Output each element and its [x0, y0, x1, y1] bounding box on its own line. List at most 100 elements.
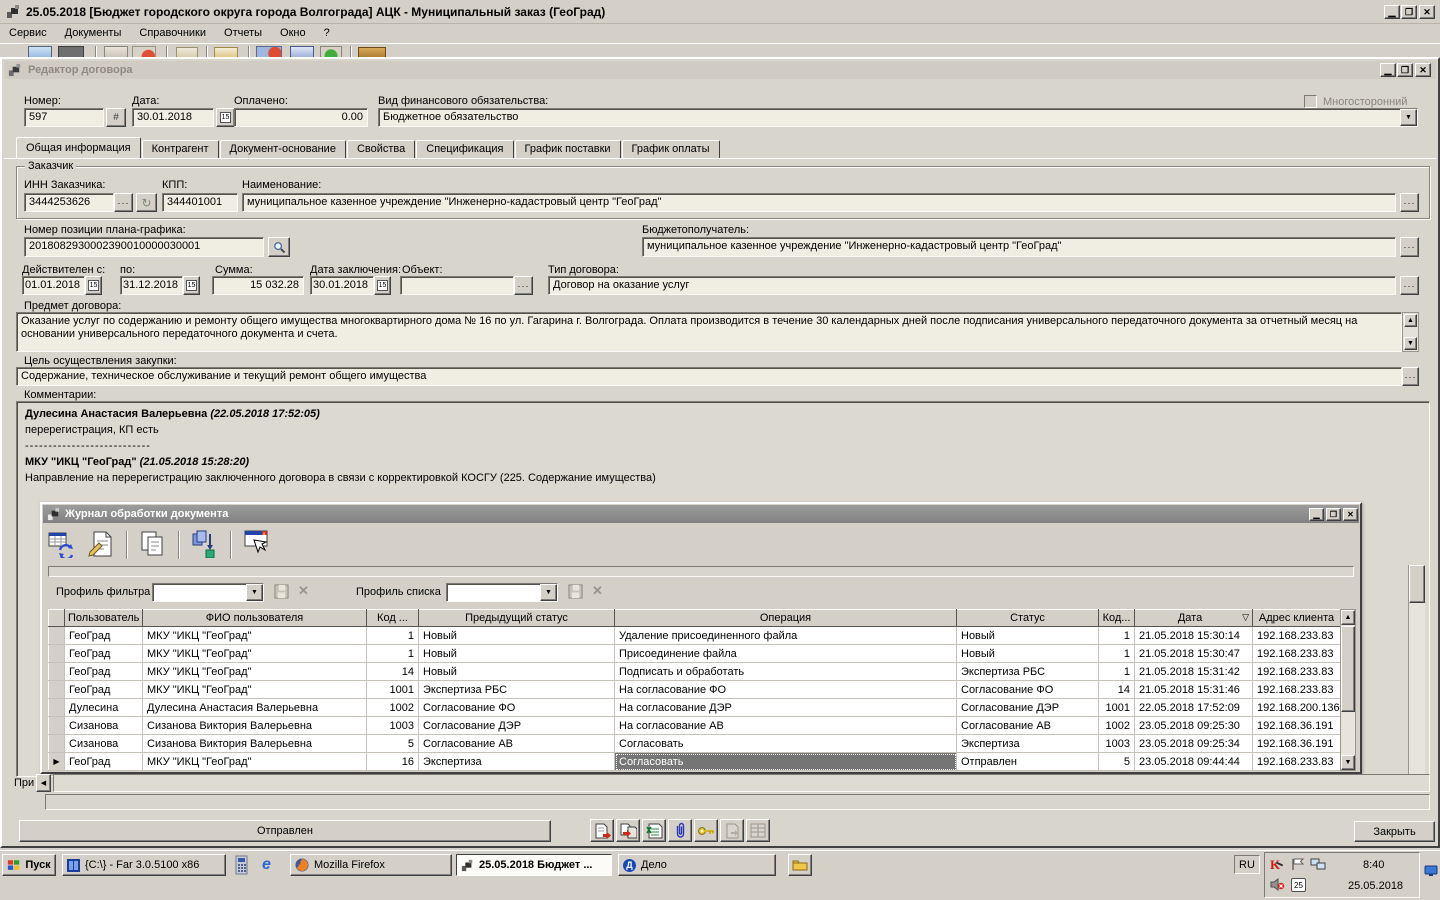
cell[interactable]: Дулесина Анастасия Валерьевна: [143, 699, 367, 717]
cell[interactable]: Сизанова Виктория Валерьевна: [143, 735, 367, 753]
col-client-address[interactable]: Адрес клиента: [1253, 610, 1341, 627]
task-button-budget-active[interactable]: 25.05.2018 Бюджет ...: [456, 854, 612, 876]
comments-scrollbar[interactable]: [1408, 565, 1425, 774]
close-button[interactable]: ✕: [1419, 5, 1435, 19]
list-profile-combo[interactable]: ▼: [446, 583, 558, 602]
editor-close-button[interactable]: ✕: [1415, 63, 1431, 77]
list-clear-icon[interactable]: ✕: [592, 583, 603, 599]
recipient-lookup-button[interactable]: ···: [1400, 237, 1419, 257]
tab-dokument-osnovanie[interactable]: Документ-основание: [220, 140, 346, 158]
excel-export-icon[interactable]: [642, 819, 666, 842]
cell[interactable]: Новый: [419, 627, 615, 645]
edit-entry-icon[interactable]: [86, 530, 118, 560]
journal-table-scrollbar[interactable]: ▲ ▼: [1340, 609, 1356, 771]
cell[interactable]: ГеоГрад: [65, 753, 143, 771]
cell[interactable]: Экспертиза РБС: [957, 663, 1099, 681]
cell[interactable]: Присоединение файла: [615, 645, 957, 663]
col-fio[interactable]: ФИО пользователя: [143, 610, 367, 627]
row-selector[interactable]: [49, 663, 65, 681]
toolbar-folder-icon[interactable]: [358, 47, 386, 57]
object-lookup-button[interactable]: ···: [514, 276, 533, 295]
customer-name-lookup-button[interactable]: ···: [1400, 193, 1419, 212]
contract-type-lookup-button[interactable]: ···: [1400, 276, 1419, 295]
cell[interactable]: Согласование ФО: [957, 681, 1099, 699]
cell[interactable]: 1: [1099, 627, 1135, 645]
current-row-marker[interactable]: ▶: [49, 753, 65, 771]
cell[interactable]: 23.05.2018 09:25:30: [1135, 717, 1253, 735]
cell[interactable]: МКУ "ИКЦ "ГеоГрад": [143, 753, 367, 771]
cell[interactable]: 1: [1099, 663, 1135, 681]
row-selector[interactable]: [49, 645, 65, 663]
task-button-far[interactable]: {C:\} - Far 3.0.5100 x86: [62, 854, 226, 876]
inn-field[interactable]: 3444253626: [24, 193, 114, 212]
volume-muted-icon[interactable]: [1270, 878, 1285, 891]
cell[interactable]: МКУ "ИКЦ "ГеоГрад": [143, 663, 367, 681]
cell[interactable]: ГеоГрад: [65, 681, 143, 699]
menu-dokumenty[interactable]: Документы: [56, 24, 131, 41]
scroll-down-icon[interactable]: ▼: [1404, 337, 1417, 350]
list-profile-dropdown-icon[interactable]: ▼: [540, 584, 557, 601]
col-code2[interactable]: Код...: [1099, 610, 1135, 627]
cell[interactable]: 1002: [1099, 717, 1135, 735]
cell[interactable]: 192.168.233.83: [1253, 681, 1341, 699]
valid-to-calendar-icon[interactable]: 15: [183, 276, 200, 295]
cell[interactable]: 1003: [367, 717, 419, 735]
fin-obligation-dropdown-icon[interactable]: ▼: [1400, 109, 1417, 126]
cell[interactable]: Отправлен: [957, 753, 1099, 771]
cell[interactable]: Согласование АВ: [957, 717, 1099, 735]
kaspersky-icon[interactable]: K: [1270, 857, 1280, 873]
menu-servis[interactable]: Сервис: [0, 24, 56, 41]
cell[interactable]: Новый: [957, 645, 1099, 663]
cell[interactable]: Сизанова: [65, 735, 143, 753]
cell[interactable]: 1001: [1099, 699, 1135, 717]
recipient-field[interactable]: муниципальное казенное учреждение "Инжен…: [642, 237, 1396, 257]
cell[interactable]: 21.05.2018 15:30:14: [1135, 627, 1253, 645]
purpose-lookup-button[interactable]: ···: [1402, 367, 1419, 386]
table-scroll-up-icon[interactable]: ▲: [1341, 610, 1355, 625]
row-selector[interactable]: [49, 627, 65, 645]
journal-maximize-button[interactable]: ❐: [1326, 508, 1341, 521]
cell[interactable]: На согласование ФО: [615, 681, 957, 699]
comments-scroll-thumb[interactable]: [1409, 565, 1425, 603]
show-desktop-icon[interactable]: [1424, 865, 1438, 877]
date-field[interactable]: 30.01.2018: [132, 108, 214, 127]
refresh-journal-icon[interactable]: [48, 530, 80, 560]
export-copy-icon[interactable]: [616, 819, 640, 842]
cell[interactable]: 21.05.2018 15:31:42: [1135, 663, 1253, 681]
toolbar-doc-red-icon[interactable]: [256, 46, 282, 57]
cell[interactable]: 16: [367, 753, 419, 771]
valid-from-field[interactable]: 01.01.2018: [22, 276, 85, 295]
toolbar-open-icon[interactable]: [176, 47, 198, 57]
tab-obshchaya-informatsiya[interactable]: Общая информация: [16, 137, 141, 158]
cell[interactable]: Дулесина: [65, 699, 143, 717]
cell[interactable]: 192.168.233.83: [1253, 663, 1341, 681]
cell[interactable]: Согласовать: [615, 735, 957, 753]
cell[interactable]: 23.05.2018 09:44:44: [1135, 753, 1253, 771]
number-field[interactable]: 597: [24, 108, 104, 127]
cell[interactable]: Согласование АВ: [419, 735, 615, 753]
cell[interactable]: 14: [367, 663, 419, 681]
cell[interactable]: 22.05.2018 17:52:09: [1135, 699, 1253, 717]
cell[interactable]: На согласование ДЭР: [615, 699, 957, 717]
close-editor-button[interactable]: Закрыть: [1354, 821, 1435, 842]
table-scroll-thumb[interactable]: [1341, 626, 1355, 712]
cell[interactable]: 192.168.36.191: [1253, 717, 1341, 735]
cell[interactable]: МКУ "ИКЦ "ГеоГрад": [143, 645, 367, 663]
network-icon[interactable]: [1310, 858, 1326, 871]
cell[interactable]: Сизанова: [65, 717, 143, 735]
cell[interactable]: 23.05.2018 09:25:34: [1135, 735, 1253, 753]
col-code1[interactable]: Код ...: [367, 610, 419, 627]
attachments-icon[interactable]: [668, 819, 692, 842]
toolbar-list-icon[interactable]: [58, 46, 84, 57]
start-button[interactable]: Пуск: [2, 854, 56, 876]
minimize-button[interactable]: ▁: [1384, 5, 1400, 19]
filter-profile-dropdown-icon[interactable]: ▼: [246, 584, 263, 601]
cell[interactable]: Экспертиза: [419, 753, 615, 771]
filter-save-icon[interactable]: [274, 584, 289, 599]
menu-okno[interactable]: Окно: [271, 24, 315, 41]
filter-clear-icon[interactable]: ✕: [298, 583, 309, 599]
col-prev-status[interactable]: Предыдущий статус: [419, 610, 615, 627]
cell[interactable]: 192.168.200.136: [1253, 699, 1341, 717]
col-operation[interactable]: Операция: [615, 610, 957, 627]
copy-icon[interactable]: [138, 530, 170, 560]
